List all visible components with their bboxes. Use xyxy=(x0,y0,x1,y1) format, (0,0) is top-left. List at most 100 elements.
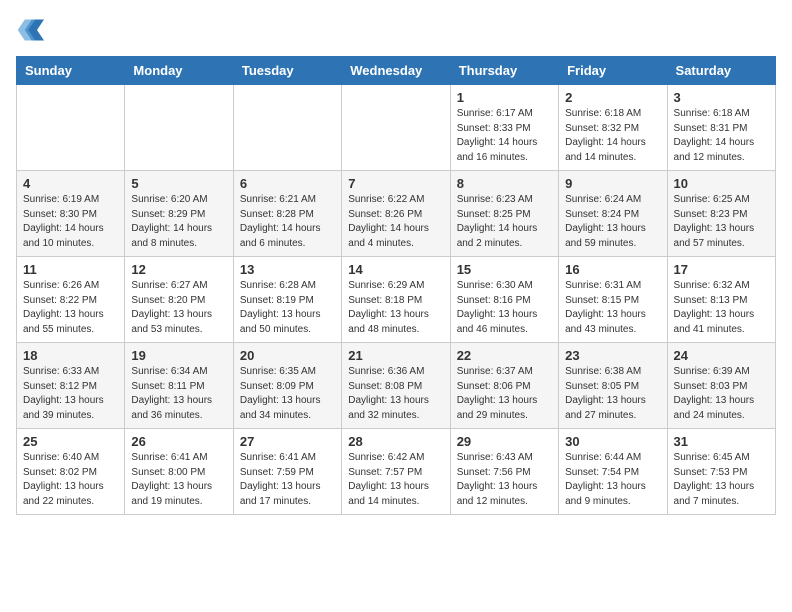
calendar-body: 1 Sunrise: 6:17 AM Sunset: 8:33 PM Daylig… xyxy=(17,85,776,515)
day-cell xyxy=(342,85,450,171)
day-number: 9 xyxy=(565,176,660,191)
week-row-3: 11 Sunrise: 6:26 AM Sunset: 8:22 PM Dayli… xyxy=(17,257,776,343)
day-number: 12 xyxy=(131,262,226,277)
day-cell: 6 Sunrise: 6:21 AM Sunset: 8:28 PM Daylig… xyxy=(233,171,341,257)
day-cell xyxy=(233,85,341,171)
day-number: 5 xyxy=(131,176,226,191)
day-cell: 10Sunrise: 6:25 AM Sunset: 8:23 PM Dayli… xyxy=(667,171,775,257)
day-number: 18 xyxy=(23,348,118,363)
day-number: 22 xyxy=(457,348,552,363)
day-cell: 30 Sunrise: 6:44 AM Sunset: 7:54 PM Dayli… xyxy=(559,429,667,515)
week-row-2: 4Sunrise: 6:19 AM Sunset: 8:30 PM Daylig… xyxy=(17,171,776,257)
day-info: Sunrise: 6:42 AM Sunset: 7:57 PM Dayligh… xyxy=(348,451,443,509)
day-cell: 25 Sunrise: 6:40 AM Sunset: 8:02 PM Dayli… xyxy=(17,429,125,515)
day-info: Sunrise: 6:28 AM Sunset: 8:19 PM Dayligh… xyxy=(240,279,335,337)
day-cell: 22 Sunrise: 6:37 AM Sunset: 8:06 PM Dayli… xyxy=(450,343,558,429)
day-cell: 24Sunrise: 6:39 AM Sunset: 8:03 PM Dayli… xyxy=(667,343,775,429)
day-cell xyxy=(125,85,233,171)
day-number: 7 xyxy=(348,176,443,191)
day-number: 15 xyxy=(457,262,552,277)
day-number: 13 xyxy=(240,262,335,277)
week-row-4: 18 Sunrise: 6:33 AM Sunset: 8:12 PM Dayli… xyxy=(17,343,776,429)
day-number: 17 xyxy=(674,262,769,277)
day-info: Sunrise: 6:30 AM Sunset: 8:16 PM Dayligh… xyxy=(457,279,552,337)
day-cell: 12 Sunrise: 6:27 AM Sunset: 8:20 PM Dayli… xyxy=(125,257,233,343)
day-header-saturday: Saturday xyxy=(667,57,775,85)
day-cell: 5 Sunrise: 6:20 AM Sunset: 8:29 PM Daylig… xyxy=(125,171,233,257)
day-cell: 28 Sunrise: 6:42 AM Sunset: 7:57 PM Dayli… xyxy=(342,429,450,515)
page-header xyxy=(16,16,776,44)
day-number: 14 xyxy=(348,262,443,277)
day-info: Sunrise: 6:40 AM Sunset: 8:02 PM Dayligh… xyxy=(23,451,118,509)
day-info: Sunrise: 6:23 AM Sunset: 8:25 PM Dayligh… xyxy=(457,193,552,251)
day-number: 6 xyxy=(240,176,335,191)
day-info: Sunrise: 6:31 AM Sunset: 8:15 PM Dayligh… xyxy=(565,279,660,337)
day-info: Sunrise: 6:41 AM Sunset: 8:00 PM Dayligh… xyxy=(131,451,226,509)
day-number: 2 xyxy=(565,90,660,105)
day-info: Sunrise: 6:32 AM Sunset: 8:13 PM Dayligh… xyxy=(674,279,769,337)
day-header-tuesday: Tuesday xyxy=(233,57,341,85)
day-number: 28 xyxy=(348,434,443,449)
day-info: Sunrise: 6:43 AM Sunset: 7:56 PM Dayligh… xyxy=(457,451,552,509)
day-cell: 13 Sunrise: 6:28 AM Sunset: 8:19 PM Dayli… xyxy=(233,257,341,343)
day-info: Sunrise: 6:39 AM Sunset: 8:03 PM Dayligh… xyxy=(674,365,769,423)
day-info: Sunrise: 6:27 AM Sunset: 8:20 PM Dayligh… xyxy=(131,279,226,337)
logo-icon xyxy=(16,16,44,44)
day-cell: 27 Sunrise: 6:41 AM Sunset: 7:59 PM Dayli… xyxy=(233,429,341,515)
day-cell: 15 Sunrise: 6:30 AM Sunset: 8:16 PM Dayli… xyxy=(450,257,558,343)
day-info: Sunrise: 6:17 AM Sunset: 8:33 PM Dayligh… xyxy=(457,107,552,165)
day-number: 4 xyxy=(23,176,118,191)
day-number: 29 xyxy=(457,434,552,449)
week-row-5: 25 Sunrise: 6:40 AM Sunset: 8:02 PM Dayli… xyxy=(17,429,776,515)
day-info: Sunrise: 6:25 AM Sunset: 8:23 PM Dayligh… xyxy=(674,193,769,251)
day-cell: 14 Sunrise: 6:29 AM Sunset: 8:18 PM Dayli… xyxy=(342,257,450,343)
day-number: 23 xyxy=(565,348,660,363)
day-number: 30 xyxy=(565,434,660,449)
day-number: 19 xyxy=(131,348,226,363)
day-info: Sunrise: 6:33 AM Sunset: 8:12 PM Dayligh… xyxy=(23,365,118,423)
day-info: Sunrise: 6:21 AM Sunset: 8:28 PM Dayligh… xyxy=(240,193,335,251)
day-number: 25 xyxy=(23,434,118,449)
day-number: 31 xyxy=(674,434,769,449)
header-row: SundayMondayTuesdayWednesdayThursdayFrid… xyxy=(17,57,776,85)
calendar-table: SundayMondayTuesdayWednesdayThursdayFrid… xyxy=(16,56,776,515)
day-number: 27 xyxy=(240,434,335,449)
day-number: 1 xyxy=(457,90,552,105)
day-cell: 4Sunrise: 6:19 AM Sunset: 8:30 PM Daylig… xyxy=(17,171,125,257)
day-cell: 20 Sunrise: 6:35 AM Sunset: 8:09 PM Dayli… xyxy=(233,343,341,429)
day-info: Sunrise: 6:22 AM Sunset: 8:26 PM Dayligh… xyxy=(348,193,443,251)
day-header-wednesday: Wednesday xyxy=(342,57,450,85)
day-header-thursday: Thursday xyxy=(450,57,558,85)
day-info: Sunrise: 6:18 AM Sunset: 8:32 PM Dayligh… xyxy=(565,107,660,165)
day-info: Sunrise: 6:44 AM Sunset: 7:54 PM Dayligh… xyxy=(565,451,660,509)
day-header-friday: Friday xyxy=(559,57,667,85)
day-info: Sunrise: 6:36 AM Sunset: 8:08 PM Dayligh… xyxy=(348,365,443,423)
day-info: Sunrise: 6:18 AM Sunset: 8:31 PM Dayligh… xyxy=(674,107,769,165)
day-cell: 1 Sunrise: 6:17 AM Sunset: 8:33 PM Daylig… xyxy=(450,85,558,171)
day-number: 26 xyxy=(131,434,226,449)
day-number: 21 xyxy=(348,348,443,363)
day-cell: 16Sunrise: 6:31 AM Sunset: 8:15 PM Dayli… xyxy=(559,257,667,343)
day-info: Sunrise: 6:35 AM Sunset: 8:09 PM Dayligh… xyxy=(240,365,335,423)
day-cell: 26 Sunrise: 6:41 AM Sunset: 8:00 PM Dayli… xyxy=(125,429,233,515)
day-cell: 29 Sunrise: 6:43 AM Sunset: 7:56 PM Dayli… xyxy=(450,429,558,515)
day-cell: 2 Sunrise: 6:18 AM Sunset: 8:32 PM Daylig… xyxy=(559,85,667,171)
day-number: 20 xyxy=(240,348,335,363)
day-info: Sunrise: 6:26 AM Sunset: 8:22 PM Dayligh… xyxy=(23,279,118,337)
day-header-monday: Monday xyxy=(125,57,233,85)
logo xyxy=(16,16,48,44)
day-number: 8 xyxy=(457,176,552,191)
day-cell: 19 Sunrise: 6:34 AM Sunset: 8:11 PM Dayli… xyxy=(125,343,233,429)
day-header-sunday: Sunday xyxy=(17,57,125,85)
day-cell: 3 Sunrise: 6:18 AM Sunset: 8:31 PM Daylig… xyxy=(667,85,775,171)
day-cell: 23Sunrise: 6:38 AM Sunset: 8:05 PM Dayli… xyxy=(559,343,667,429)
day-info: Sunrise: 6:29 AM Sunset: 8:18 PM Dayligh… xyxy=(348,279,443,337)
day-number: 3 xyxy=(674,90,769,105)
day-cell: 17 Sunrise: 6:32 AM Sunset: 8:13 PM Dayli… xyxy=(667,257,775,343)
day-cell xyxy=(17,85,125,171)
day-info: Sunrise: 6:34 AM Sunset: 8:11 PM Dayligh… xyxy=(131,365,226,423)
day-info: Sunrise: 6:37 AM Sunset: 8:06 PM Dayligh… xyxy=(457,365,552,423)
day-info: Sunrise: 6:41 AM Sunset: 7:59 PM Dayligh… xyxy=(240,451,335,509)
day-info: Sunrise: 6:20 AM Sunset: 8:29 PM Dayligh… xyxy=(131,193,226,251)
day-number: 11 xyxy=(23,262,118,277)
